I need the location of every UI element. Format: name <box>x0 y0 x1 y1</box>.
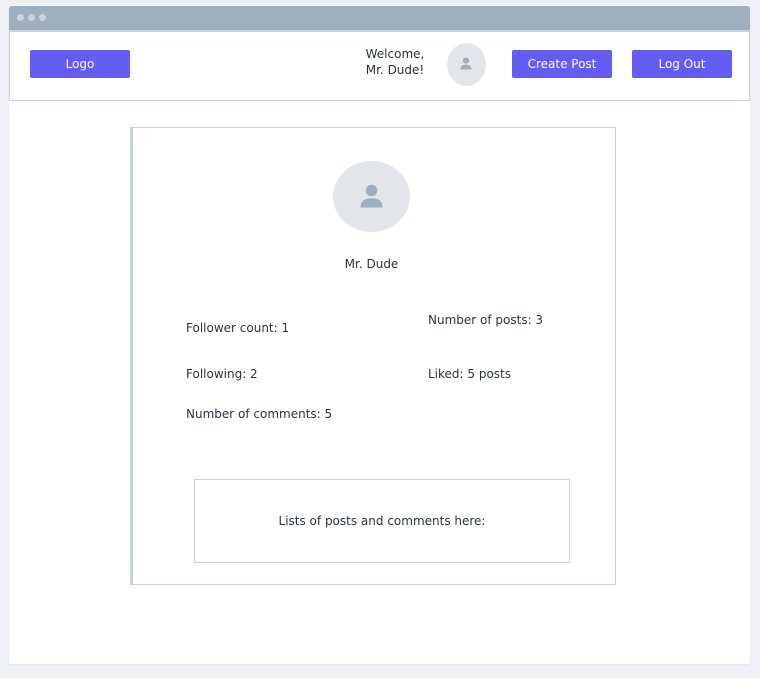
welcome-line-1: Welcome, <box>365 47 425 61</box>
user-icon <box>360 184 383 208</box>
browser-window: Logo Welcome, Mr. Dude! Create Post Log … <box>9 6 750 664</box>
window-titlebar <box>9 6 750 30</box>
header-avatar[interactable] <box>447 43 486 86</box>
list-placeholder-text: Lists of posts and comments here: <box>278 514 486 528</box>
liked-count: Liked: 5 posts <box>428 367 512 381</box>
user-icon <box>460 57 472 70</box>
follower-count: Follower count: 1 <box>186 321 290 335</box>
window-dot-maximize[interactable] <box>39 14 46 21</box>
window-dot-close[interactable] <box>17 14 24 21</box>
logo-button[interactable]: Logo <box>30 50 130 78</box>
welcome-message: Welcome, Mr. Dude! <box>355 46 435 78</box>
profile-name: Mr. Dude <box>344 257 399 271</box>
profile-avatar <box>333 161 410 232</box>
window-dot-minimize[interactable] <box>28 14 35 21</box>
following-count: Following: 2 <box>186 367 258 381</box>
create-post-button[interactable]: Create Post <box>512 50 612 78</box>
number-of-posts: Number of posts: 3 <box>428 313 544 327</box>
number-of-comments: Number of comments: 5 <box>186 407 333 421</box>
welcome-line-2: Mr. Dude! <box>365 63 425 77</box>
posts-comments-list: Lists of posts and comments here: <box>194 479 570 563</box>
logout-button[interactable]: Log Out <box>632 50 732 78</box>
app-header: Logo Welcome, Mr. Dude! Create Post Log … <box>9 30 750 101</box>
profile-card: Mr. Dude Follower count: 1 Number of pos… <box>130 127 616 585</box>
